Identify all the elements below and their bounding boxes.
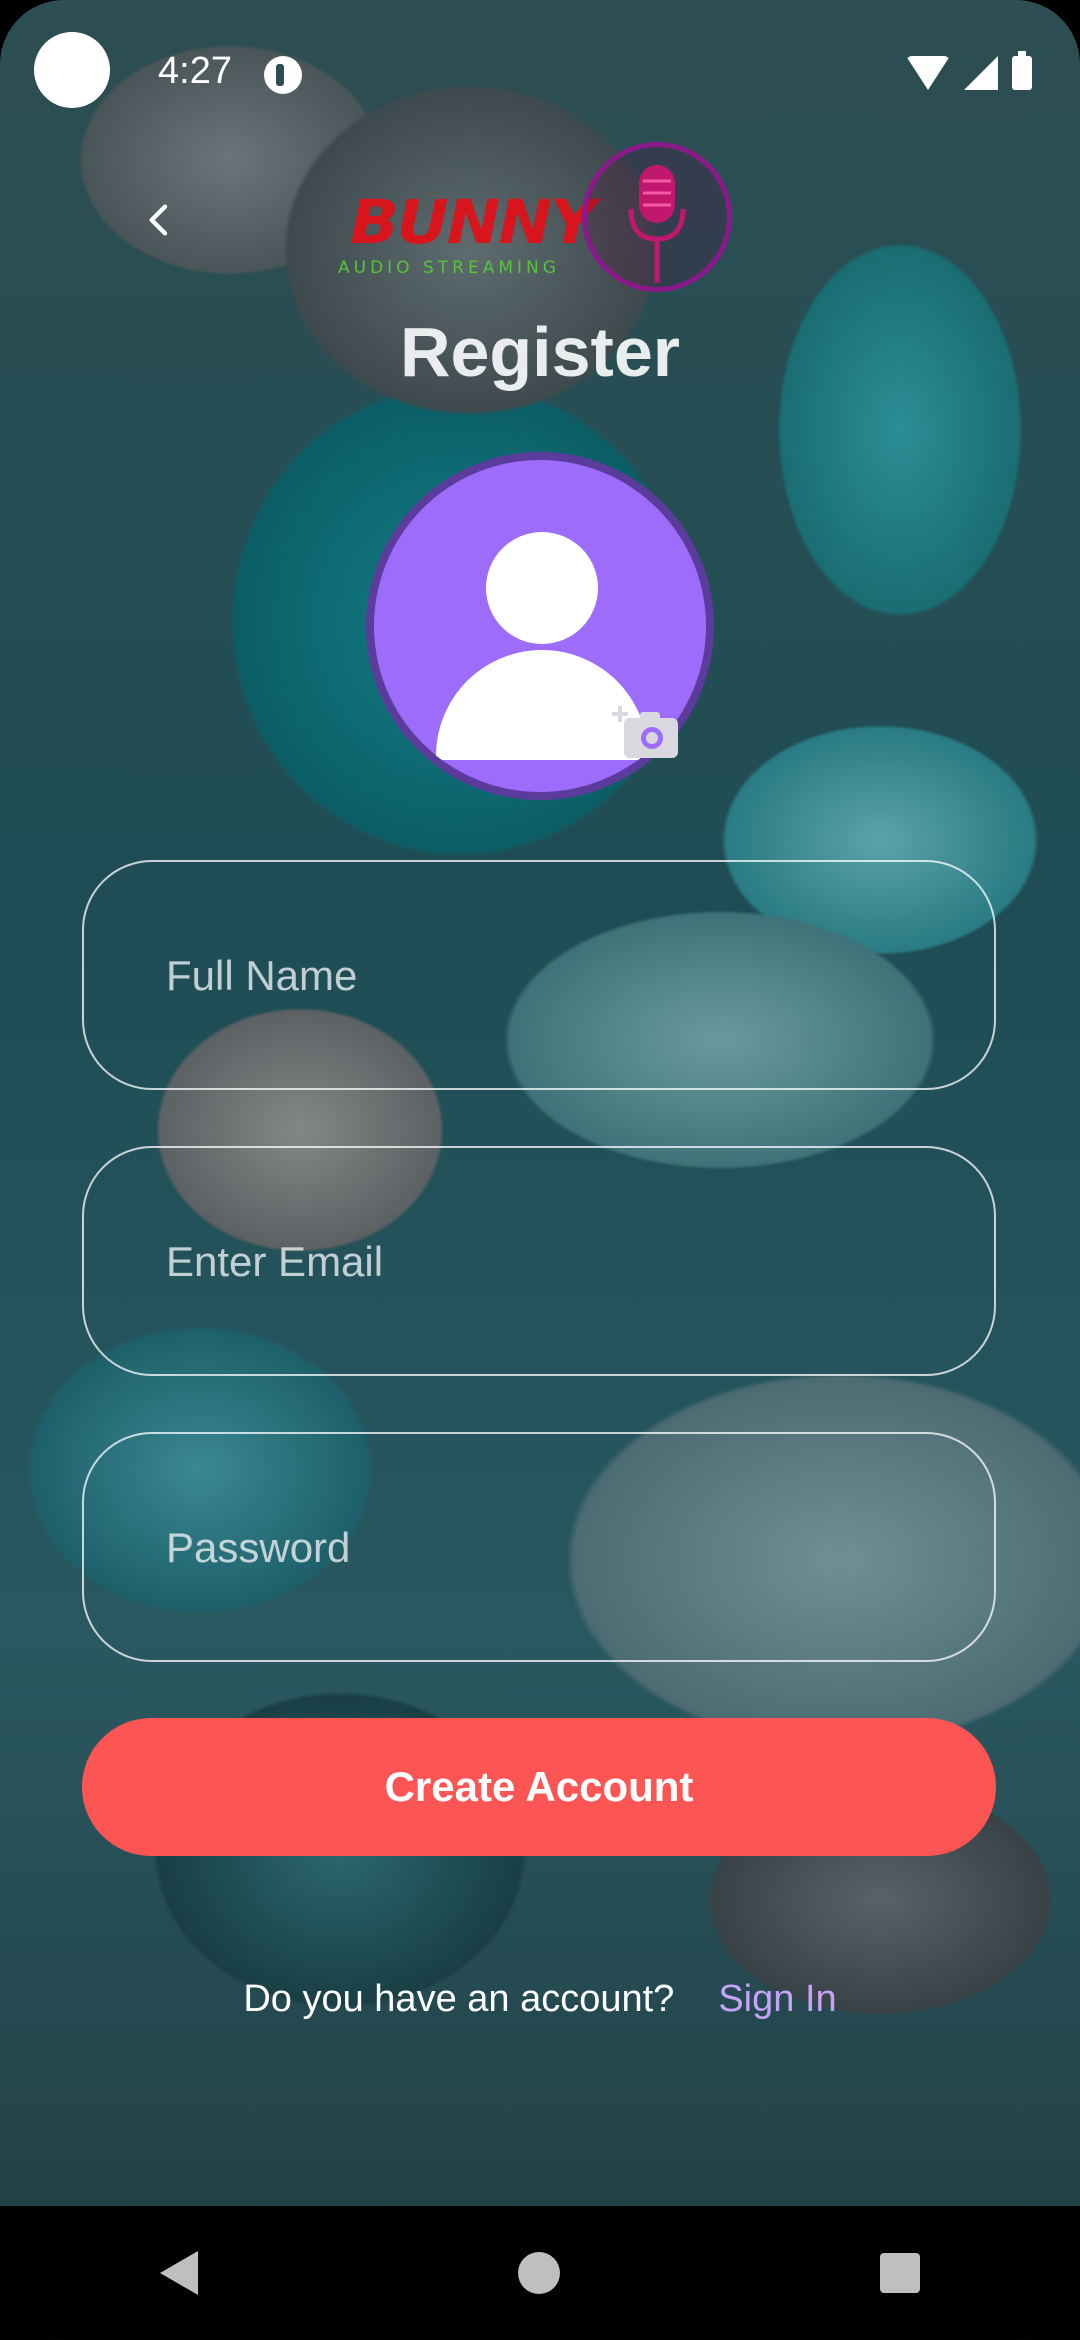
signin-prompt: Do you have an account? (243, 1978, 675, 2020)
status-icons (906, 51, 1032, 90)
battery-icon (1012, 51, 1032, 90)
add-photo-camera-icon[interactable] (612, 700, 682, 762)
logo-text: BUNNY (350, 187, 596, 259)
register-screen: 4:27 BUNNY AUDIO STREAMING Register Full… (0, 0, 1080, 2340)
logo-subtitle: AUDIO STREAMING (338, 258, 560, 278)
microphone-icon (582, 142, 732, 292)
app-logo: BUNNY AUDIO STREAMING (330, 140, 750, 300)
nav-home-icon[interactable] (518, 2252, 560, 2294)
email-field[interactable] (82, 1146, 996, 1376)
signin-link[interactable]: Sign In (718, 1978, 836, 2020)
camera-cutout (34, 32, 110, 108)
status-time: 4:27 (158, 50, 232, 92)
create-account-button[interactable]: Create Account (82, 1718, 996, 1856)
email-input[interactable] (164, 1148, 928, 1376)
chevron-left-icon (149, 204, 168, 236)
password-input[interactable] (164, 1434, 928, 1662)
password-field[interactable] (82, 1432, 996, 1662)
wifi-icon (906, 56, 950, 90)
notification-icon (264, 56, 302, 94)
page-title: Register (399, 313, 681, 391)
status-bar: 4:27 (0, 0, 1080, 140)
back-button[interactable] (130, 190, 190, 250)
full-name-field[interactable] (82, 860, 996, 1090)
system-nav-bar (0, 2206, 1080, 2340)
nav-recents-icon[interactable] (880, 2253, 920, 2293)
signal-icon (964, 56, 998, 90)
nav-back-icon[interactable] (160, 2251, 198, 2295)
full-name-input[interactable] (164, 862, 928, 1090)
person-head-shape (486, 532, 598, 644)
signin-row: Do you have an account? Sign In (0, 1978, 1080, 2021)
